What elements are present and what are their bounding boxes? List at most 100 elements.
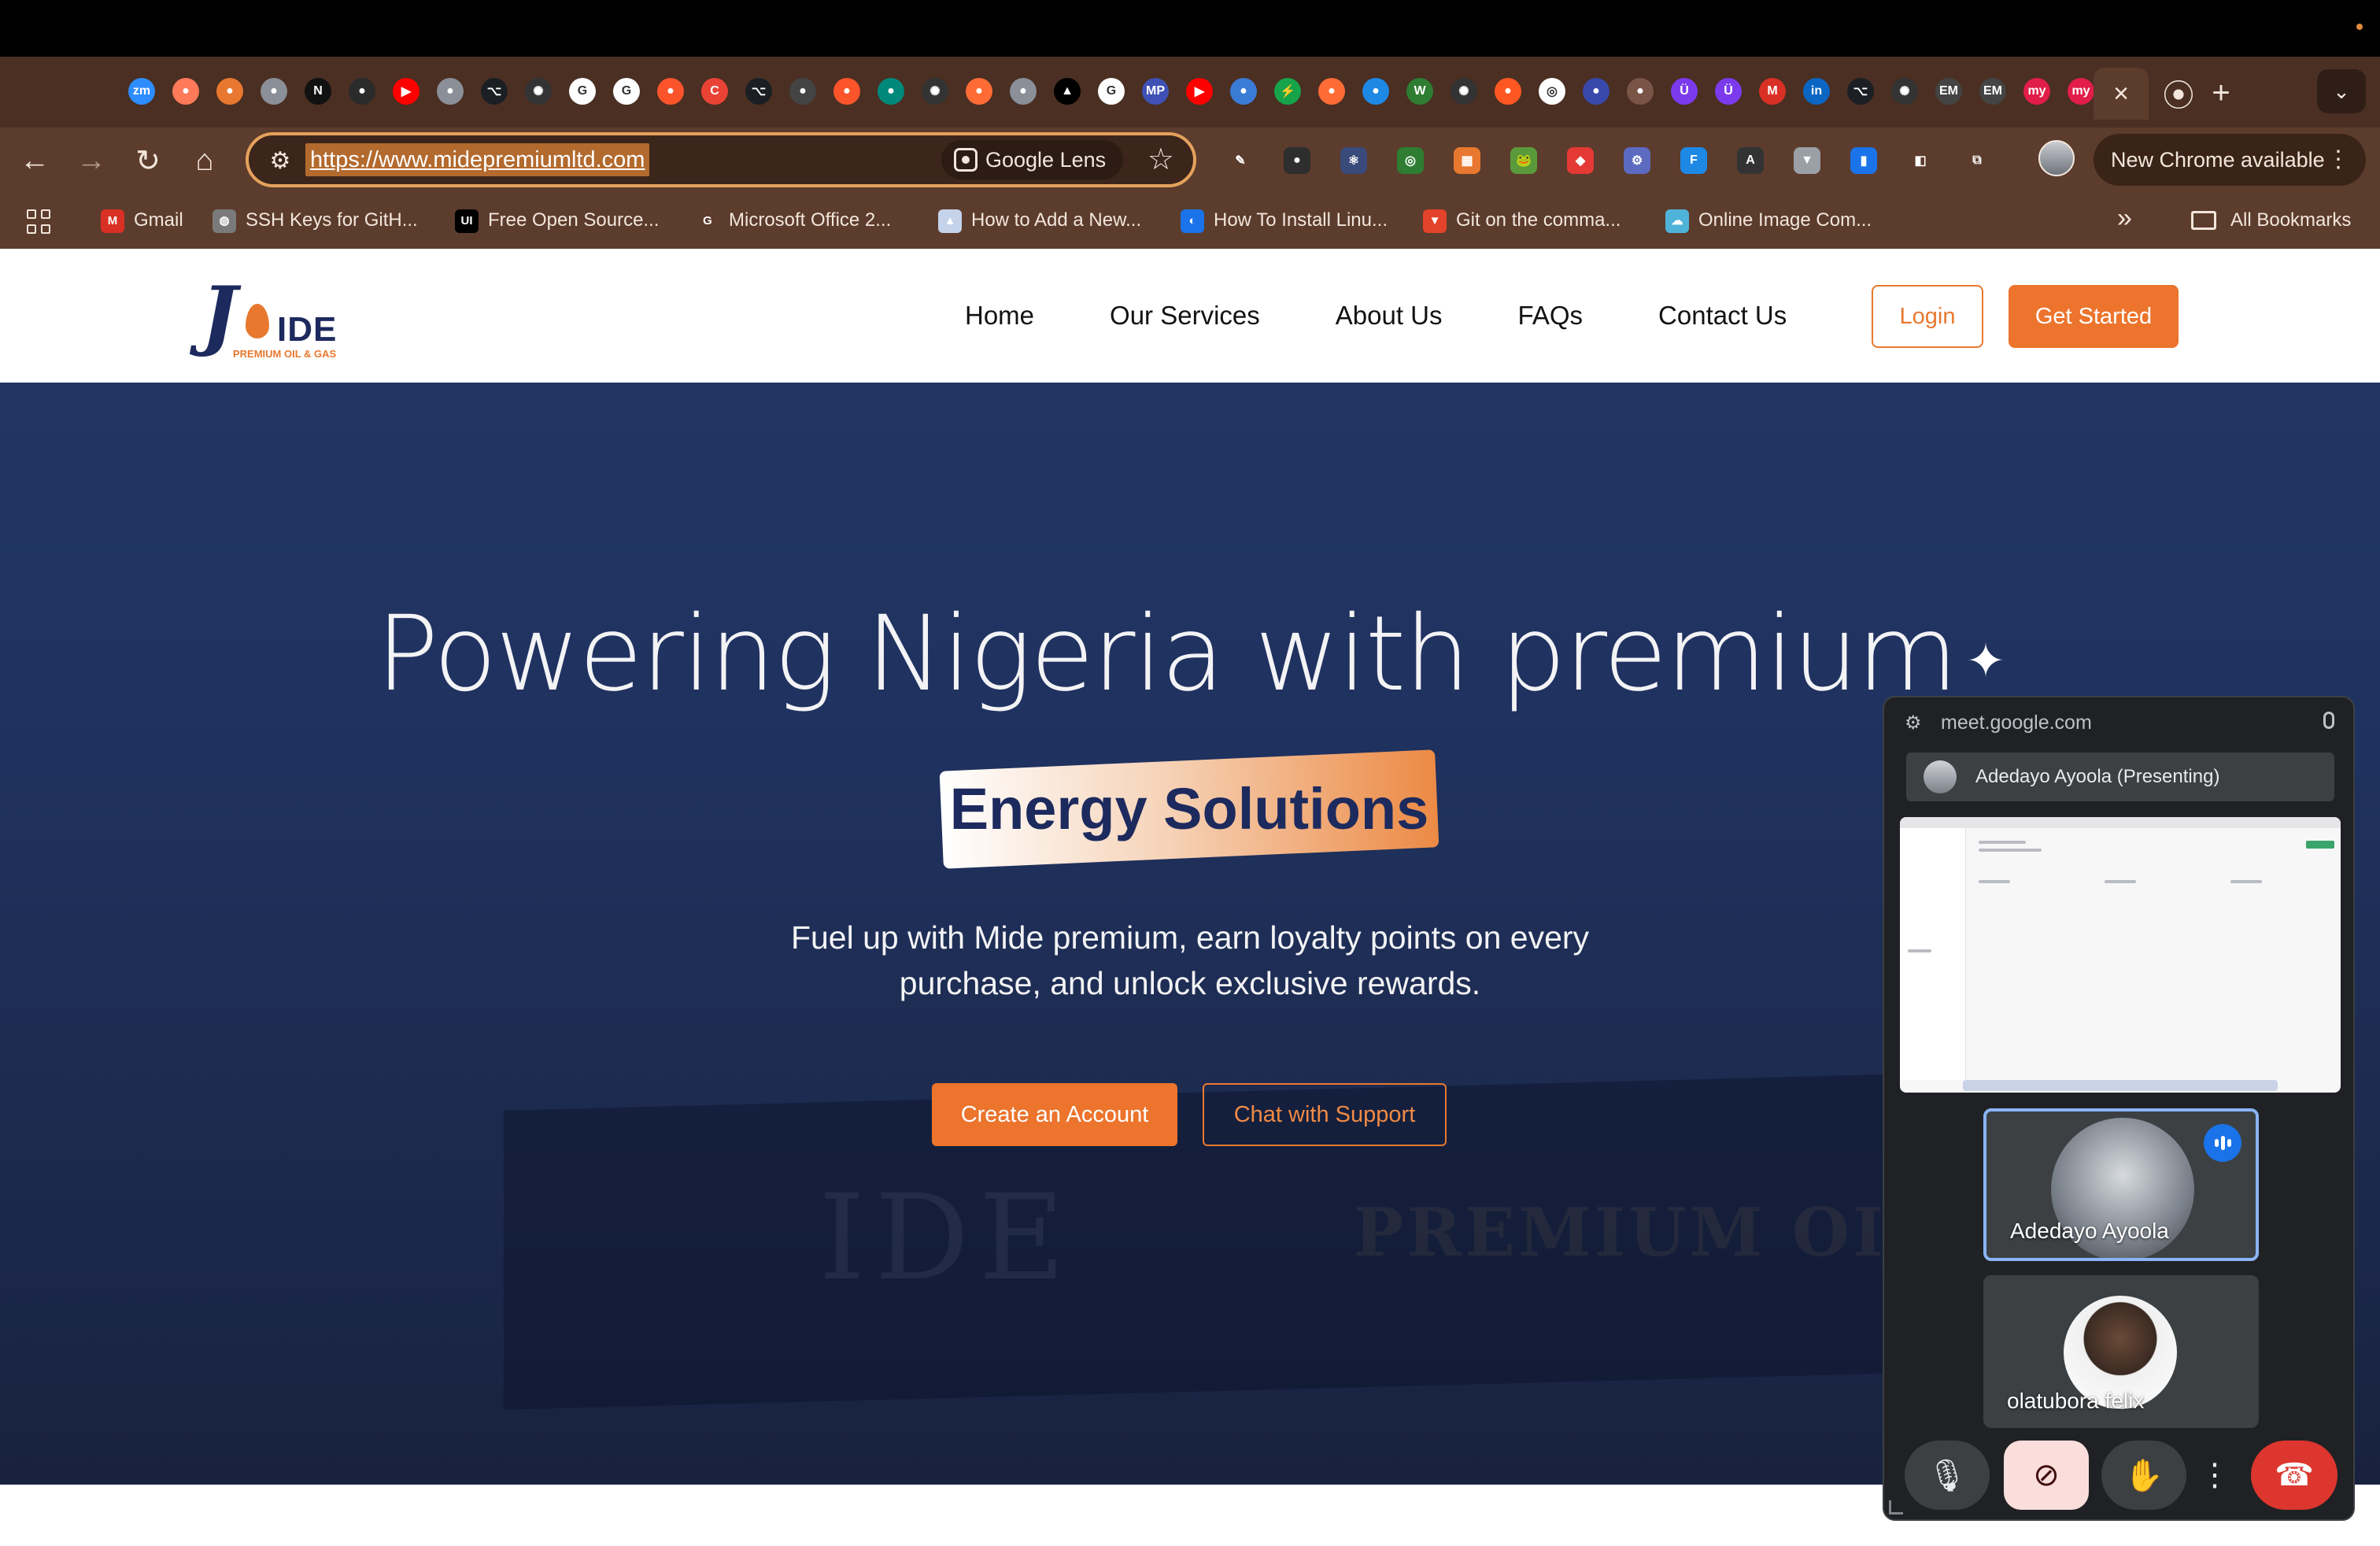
apps-grid-icon[interactable] <box>27 209 52 235</box>
site-info-icon[interactable]: ⚙ <box>1905 712 1922 734</box>
bookmark-item[interactable]: ☁ Online Image Com... <box>1665 206 1872 235</box>
u-purple-tab[interactable]: Ü <box>1706 72 1750 110</box>
google-tab[interactable]: G <box>1089 72 1133 110</box>
google-red-tab[interactable]: C <box>693 72 737 110</box>
new-chrome-available-button[interactable]: New Chrome available ⋮ <box>2094 134 2366 186</box>
globe-tab[interactable]: ● <box>252 72 296 110</box>
kebab-menu-icon[interactable]: ⋮ <box>2326 134 2350 186</box>
google-tab[interactable]: G <box>604 72 649 110</box>
participant-tile[interactable]: Adedayo Ayoola <box>1983 1108 2259 1261</box>
target-tab[interactable]: ● <box>1310 72 1354 110</box>
network-tab[interactable]: ● <box>1574 72 1618 110</box>
my-tab[interactable]: my <box>2015 72 2059 110</box>
back-button[interactable]: ← <box>13 139 57 183</box>
kebab-menu-icon[interactable]: ⋮ <box>2199 1457 2230 1493</box>
clock-orange-tab[interactable]: ● <box>164 72 208 110</box>
target-tab[interactable]: ● <box>957 72 1001 110</box>
mp-tab[interactable]: MP <box>1133 72 1177 110</box>
leave-call-button[interactable]: ☎ <box>2251 1441 2338 1510</box>
bolt-tab[interactable]: ⚡ <box>1266 72 1310 110</box>
bug-tab[interactable]: ● <box>781 72 825 110</box>
w-tab[interactable]: W <box>1398 72 1442 110</box>
camera-off-button[interactable]: ⊘ <box>2004 1441 2089 1510</box>
plus-icon[interactable]: + <box>2212 76 2230 111</box>
double-chevron-icon[interactable]: » <box>2117 203 2132 233</box>
nav-home[interactable]: Home <box>965 296 1034 335</box>
login-button[interactable]: Login <box>1872 285 1983 348</box>
participant-tile[interactable]: olatubora felix <box>1983 1275 2259 1428</box>
openai-tab[interactable]: ✺ <box>1883 72 1927 110</box>
youtube-tab[interactable]: ▶ <box>384 72 428 110</box>
chart-tab[interactable]: ● <box>340 72 384 110</box>
more-options-button[interactable]: ⋮ <box>2197 1441 2232 1510</box>
chat-support-button[interactable]: Chat with Support <box>1203 1083 1447 1146</box>
chrome-tab[interactable]: ◎ <box>1530 72 1574 110</box>
brave-tab[interactable]: ● <box>649 72 693 110</box>
site-info-icon[interactable]: ⚙ <box>264 145 296 176</box>
create-account-button[interactable]: Create an Account <box>932 1083 1177 1146</box>
bookmark-item[interactable]: M Gmail <box>101 206 183 235</box>
raise-hand-button[interactable]: ✋ <box>2101 1441 2186 1510</box>
brand-tab[interactable]: ● <box>1618 72 1662 110</box>
meet-pip-window[interactable]: ⚙ meet.google.com Adedayo Ayoola (Presen… <box>1883 696 2355 1521</box>
phone-hangup-icon[interactable]: ☎ <box>2275 1457 2314 1493</box>
bookmark-item[interactable]: ▼ Git on the comma... <box>1423 206 1621 235</box>
hand-icon[interactable]: ✋ <box>2124 1457 2164 1494</box>
docs-extension-button[interactable]: ▮ <box>1835 139 1892 183</box>
nav-about-us[interactable]: About Us <box>1336 296 1443 335</box>
blob-tab[interactable]: ● <box>1354 72 1398 110</box>
nav-contact-us[interactable]: Contact Us <box>1658 296 1787 335</box>
openai-tab[interactable]: ✺ <box>1442 72 1486 110</box>
recorder-extension-button[interactable]: ● <box>1269 139 1325 183</box>
github-tab[interactable]: ⌥ <box>472 72 516 110</box>
bookmark-item[interactable]: ◍ SSH Keys for GitH... <box>213 206 418 235</box>
openai-tab[interactable]: ✺ <box>913 72 957 110</box>
github-tab[interactable]: ⌥ <box>737 72 781 110</box>
bookmark-item[interactable]: G Microsoft Office 2... <box>696 206 891 235</box>
nav-faqs[interactable]: FAQs <box>1518 296 1584 335</box>
microphone-button[interactable]: 🎙 <box>1905 1441 1990 1510</box>
address-bar[interactable]: ⚙ https://www.midepremiumltd.com Google … <box>246 132 1196 187</box>
redux-extension-button[interactable]: ◆ <box>1552 139 1609 183</box>
all-bookmarks-button[interactable]: All Bookmarks <box>2191 206 2351 235</box>
globe-tab[interactable]: ● <box>1001 72 1045 110</box>
m-colorful-tab[interactable]: ● <box>1486 72 1530 110</box>
bookmark-item[interactable]: ◐ How To Install Linu... <box>1181 206 1388 235</box>
google-lens-button[interactable]: Google Lens <box>941 140 1124 179</box>
earth-tab[interactable]: ● <box>1221 72 1266 110</box>
home-icon[interactable]: ⌂ <box>196 144 214 178</box>
mirror-extension-button[interactable]: ◧ <box>1892 139 1949 183</box>
target-extension-button[interactable]: ◎ <box>1382 139 1439 183</box>
emx-tab[interactable]: EM <box>1927 72 1971 110</box>
reload-button[interactable]: ↻ <box>126 139 170 183</box>
forward-button[interactable]: → <box>69 139 113 183</box>
bookmark-item[interactable]: ▲ How to Add a New... <box>938 206 1141 235</box>
new-tab-button[interactable]: + <box>2199 71 2243 115</box>
bookmark-star-icon[interactable]: ☆ <box>1148 142 1174 177</box>
youtube-tab[interactable]: ▶ <box>1177 72 1221 110</box>
profile-avatar[interactable] <box>2038 140 2075 176</box>
zoom-tab[interactable]: zm <box>120 72 164 110</box>
arrow-right-icon[interactable]: → <box>76 144 106 178</box>
get-started-button[interactable]: Get Started <box>2009 285 2179 348</box>
arrow-orange-tab[interactable]: ● <box>208 72 252 110</box>
record-icon[interactable]: ⦿ <box>2156 71 2201 115</box>
metamask-extension-button[interactable]: ▦ <box>1439 139 1495 183</box>
camera-off-icon[interactable]: ⊘ <box>2033 1457 2060 1493</box>
brave-extension-button[interactable]: A <box>1722 139 1779 183</box>
u-purple-tab[interactable]: Ü <box>1662 72 1706 110</box>
google-tab[interactable]: G <box>560 72 604 110</box>
tab-search-button[interactable]: ⌄ <box>2317 69 2366 113</box>
nav-our-services[interactable]: Our Services <box>1110 296 1260 335</box>
presenting-banner[interactable]: Adedayo Ayoola (Presenting) <box>1906 753 2334 801</box>
microphone-icon[interactable]: 🎙 <box>1927 1457 1968 1494</box>
vercel-tab[interactable]: ▲ <box>1045 72 1089 110</box>
arrow-left-icon[interactable]: ← <box>20 144 50 178</box>
home-button[interactable]: ⌂ <box>183 139 227 183</box>
active-tab-close-button[interactable]: × <box>2094 68 2149 120</box>
nextjs-tab[interactable]: N <box>296 72 340 110</box>
mide-logo[interactable]: J IDE PREMIUM OIL & GAS <box>201 276 367 362</box>
github-tab[interactable]: ⌥ <box>1839 72 1883 110</box>
close-icon[interactable]: × <box>2113 79 2129 109</box>
more-bookmarks-button[interactable]: » <box>2117 203 2132 234</box>
